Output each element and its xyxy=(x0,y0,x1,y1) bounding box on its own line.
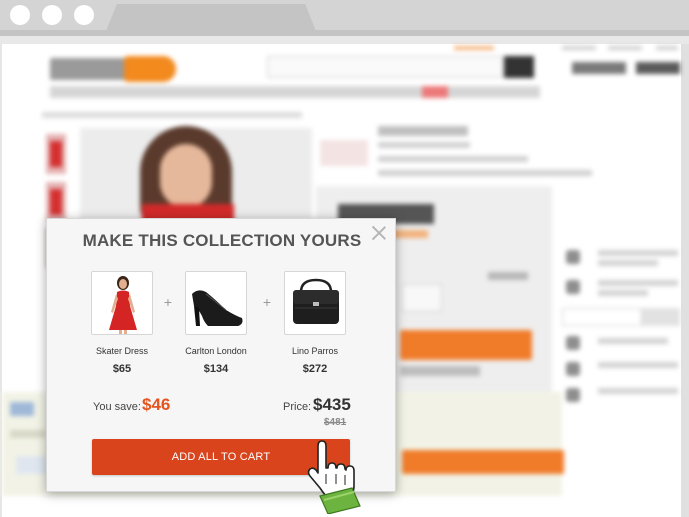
you-save-amount: $46 xyxy=(142,395,171,414)
black-shoe-image xyxy=(192,290,243,326)
add-to-cart-button-background[interactable] xyxy=(400,330,532,360)
account-icon[interactable] xyxy=(572,62,626,74)
you-save-label: You save: xyxy=(93,401,141,413)
quantity-stepper[interactable] xyxy=(402,284,442,312)
gallery-thumb[interactable] xyxy=(46,134,66,174)
store-logo-arrow xyxy=(124,56,176,82)
brand-logo xyxy=(320,140,368,166)
red-dress-image xyxy=(109,276,137,334)
window-close-dot[interactable] xyxy=(10,5,30,25)
product-title xyxy=(378,126,468,136)
plus-sign: + xyxy=(262,294,272,310)
window-minimize-dot[interactable] xyxy=(42,5,62,25)
price-label: Price: xyxy=(283,401,312,413)
product-name: Carlton London xyxy=(185,346,247,356)
browser-chrome xyxy=(0,0,689,44)
hand-pointer-icon xyxy=(307,440,361,514)
pincode-check-button[interactable] xyxy=(642,308,680,326)
category-nav[interactable] xyxy=(50,86,540,98)
black-handbag-image xyxy=(293,278,339,324)
pincode-input[interactable] xyxy=(562,308,642,326)
product-card-handbag[interactable] xyxy=(284,271,346,335)
product-card-shoe[interactable] xyxy=(185,271,247,335)
search-button[interactable] xyxy=(504,56,534,78)
plus-sign: + xyxy=(163,294,173,310)
gallery-thumb[interactable] xyxy=(46,182,66,222)
address-bar-strip xyxy=(0,36,689,44)
cart-icon[interactable] xyxy=(636,62,680,74)
modal-title: MAKE THIS COLLECTION YOURS xyxy=(82,231,362,250)
total-price: $435 xyxy=(313,395,351,414)
search-input[interactable] xyxy=(267,56,503,78)
product-card-dress[interactable] xyxy=(91,271,153,335)
window-maximize-dot[interactable] xyxy=(74,5,94,25)
browser-tab[interactable] xyxy=(104,4,318,36)
original-price: $481 xyxy=(324,417,347,428)
product-price: $134 xyxy=(203,363,229,375)
product-price: $272 xyxy=(302,363,328,375)
store-logo xyxy=(50,58,128,80)
close-icon[interactable] xyxy=(371,225,387,241)
product-name: Lino Parros xyxy=(291,346,339,356)
category-nav-sale[interactable] xyxy=(422,86,448,98)
breadcrumb xyxy=(42,112,302,118)
